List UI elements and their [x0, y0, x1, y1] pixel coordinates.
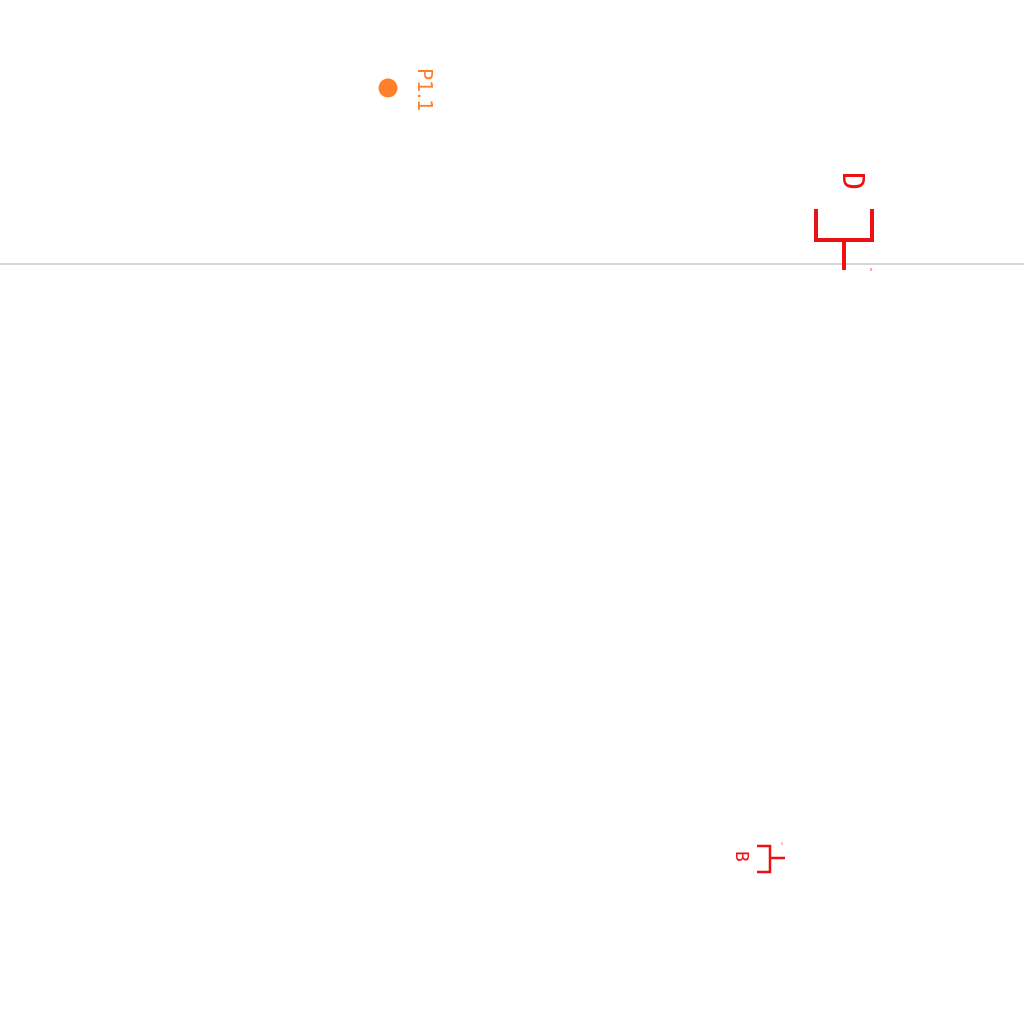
- symbol-top-label: D: [835, 172, 870, 190]
- symbol-top-bracket: [814, 209, 874, 242]
- symbol-bottom-label: B: [731, 851, 752, 862]
- component-symbol-bottom[interactable]: B: [731, 842, 785, 874]
- schematic-canvas: P1.1 D B: [0, 68, 1024, 874]
- pin-dot[interactable]: [378, 78, 398, 98]
- pin-label: P1.1: [413, 68, 437, 112]
- symbol-bottom-bracket: [757, 844, 772, 874]
- pin-marker[interactable]: P1.1: [378, 68, 438, 112]
- component-symbol-top[interactable]: D: [814, 172, 874, 271]
